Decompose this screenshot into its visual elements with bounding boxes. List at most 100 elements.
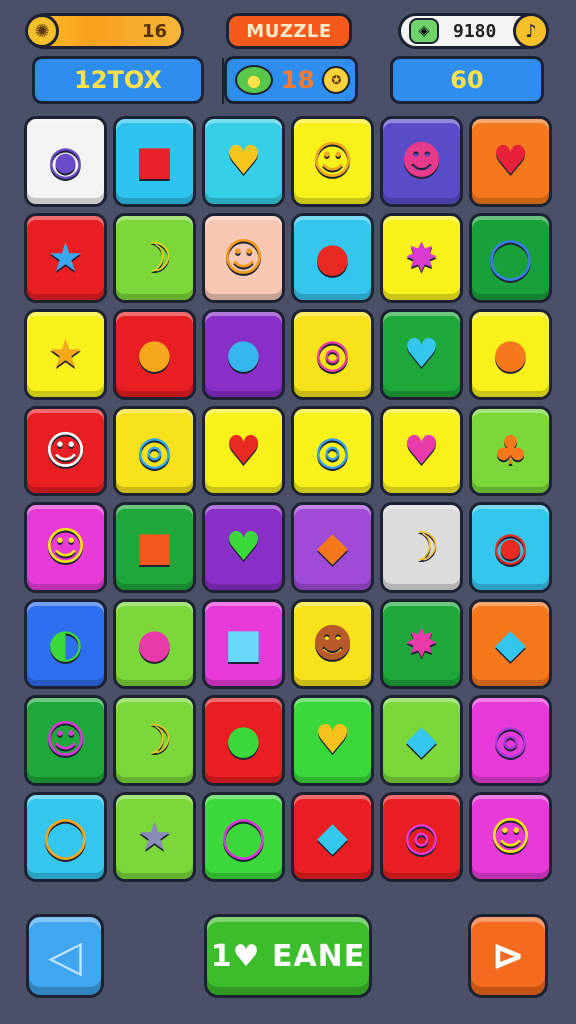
cube-icon: ■ [135,138,174,185]
board-tile[interactable]: ◯ [202,791,285,882]
board-tile[interactable]: ♥ [202,502,285,593]
heart-icon: ♥ [403,427,440,474]
board-tile[interactable]: ◎ [291,309,374,400]
timer-counter[interactable]: ◈ 9180 ♪ [398,13,549,49]
back-button[interactable]: ◁ [26,914,104,998]
apple-icon: ● [235,65,273,95]
board-tile[interactable]: ♥ [291,695,374,786]
board-tile[interactable]: ◯ [24,791,107,882]
board-tile[interactable]: ♣ [469,405,552,496]
board-tile[interactable]: ● [202,309,285,400]
board-tile[interactable]: ♥ [202,116,285,207]
palm-tree-icon: ♣ [492,427,529,474]
watermelon-icon: ◐ [48,620,83,667]
board-tile[interactable]: ☻ [380,116,463,207]
board-tile[interactable]: ☺ [24,502,107,593]
moves-value: 18 [281,66,315,94]
board-tile[interactable]: ■ [202,598,285,689]
star-icon: ★ [47,234,84,281]
board-tile[interactable]: ☽ [113,212,196,303]
board-tile[interactable]: ◐ [24,598,107,689]
ball-icon: ● [493,331,528,378]
back-arrow-icon: ◁ [48,930,82,982]
gem-icon: ◈ [409,18,439,44]
board-tile[interactable]: ◎ [380,791,463,882]
board-tile[interactable]: ✸ [380,598,463,689]
coins-value: 16 [141,20,167,42]
heart-icon: ♥ [492,138,529,185]
smiley-icon: ☺ [44,524,87,571]
lollipop-icon: ● [137,620,172,667]
top-bar: ✺ 16 MUZZLE ◈ 9180 ♪ 12TOX ● 18 ✪ 60 [0,0,576,110]
bean-icon: ● [137,331,172,378]
timer-value: 9180 [453,20,497,42]
board-tile[interactable]: ★ [24,309,107,400]
cube-icon: ■ [135,524,174,571]
board-tile[interactable]: ◉ [469,502,552,593]
board-tile[interactable]: ◯ [469,212,552,303]
donut-icon: ◎ [137,427,172,474]
heart-icon: ♥ [403,331,440,378]
board-tile[interactable]: ☺ [469,791,552,882]
smiley-icon: ☺ [222,234,265,281]
board-tile[interactable]: ☻ [291,598,374,689]
star-icon: ★ [136,813,173,860]
board-tile[interactable]: ■ [113,502,196,593]
board-tile[interactable]: ☺ [291,116,374,207]
smiley-icon: ☺ [489,813,532,860]
board-tile[interactable]: ◆ [291,502,374,593]
board-tile[interactable]: ♥ [380,405,463,496]
board-tile[interactable]: ★ [113,791,196,882]
board-tile[interactable]: ◆ [469,598,552,689]
heart-icon: ♥ [225,138,262,185]
ring-icon: ◉ [48,138,83,185]
board-tile[interactable]: ♥ [469,116,552,207]
board-tile[interactable]: ◆ [380,695,463,786]
coins-counter[interactable]: ✺ 16 [25,13,184,49]
strawberry-icon: ♥ [225,427,262,474]
carrot-icon: ◆ [317,524,348,571]
board-tile[interactable]: ● [113,598,196,689]
music-note-icon[interactable]: ♪ [513,13,549,49]
face-icon: ☺ [44,427,87,474]
ring-icon: ◯ [488,234,533,281]
board-tile[interactable]: ☽ [380,502,463,593]
board-tile[interactable]: ■ [113,116,196,207]
board-tile[interactable]: ● [113,309,196,400]
board-tile[interactable]: ☺ [24,695,107,786]
play-label: 1♥ EANE [210,938,366,974]
target-value: 60 [450,66,484,94]
board-tile[interactable]: ◆ [291,791,374,882]
title-text: MUZZLE [246,20,332,42]
apple-icon: ● [226,331,261,378]
board-tile[interactable]: ✸ [380,212,463,303]
next-arrow-icon: ⊳ [491,933,525,979]
donut-icon: ◉ [493,524,528,571]
game-title: MUZZLE [226,13,352,49]
face-icon: ☻ [400,138,443,185]
board-tile[interactable]: ★ [24,212,107,303]
board-tile[interactable]: ● [291,212,374,303]
board-tile[interactable]: ☺ [202,212,285,303]
medal-icon: ✪ [322,66,351,94]
board-tile[interactable]: ♥ [380,309,463,400]
board-tile[interactable]: ◎ [291,405,374,496]
crystal-icon: ◆ [317,813,348,860]
board-tile[interactable]: ◉ [24,116,107,207]
ring-icon: ◯ [221,813,266,860]
board-tile[interactable]: ● [469,309,552,400]
board-tile[interactable]: ☽ [113,695,196,786]
crystal-icon: ◆ [406,717,437,764]
next-button[interactable]: ⊳ [468,914,548,998]
board-tile[interactable]: ◎ [469,695,552,786]
ring-icon: ◎ [315,427,350,474]
score-label: 12TOX [74,66,162,94]
play-button[interactable]: 1♥ EANE [204,914,372,998]
board-tile[interactable]: ☺ [24,405,107,496]
board-tile[interactable]: ● [202,695,285,786]
board-tile[interactable]: ◎ [113,405,196,496]
board-tile[interactable]: ♥ [202,405,285,496]
pig-icon: ☺ [44,717,87,764]
star-face-icon: ★ [47,331,84,378]
banana-icon: ☽ [136,717,173,764]
